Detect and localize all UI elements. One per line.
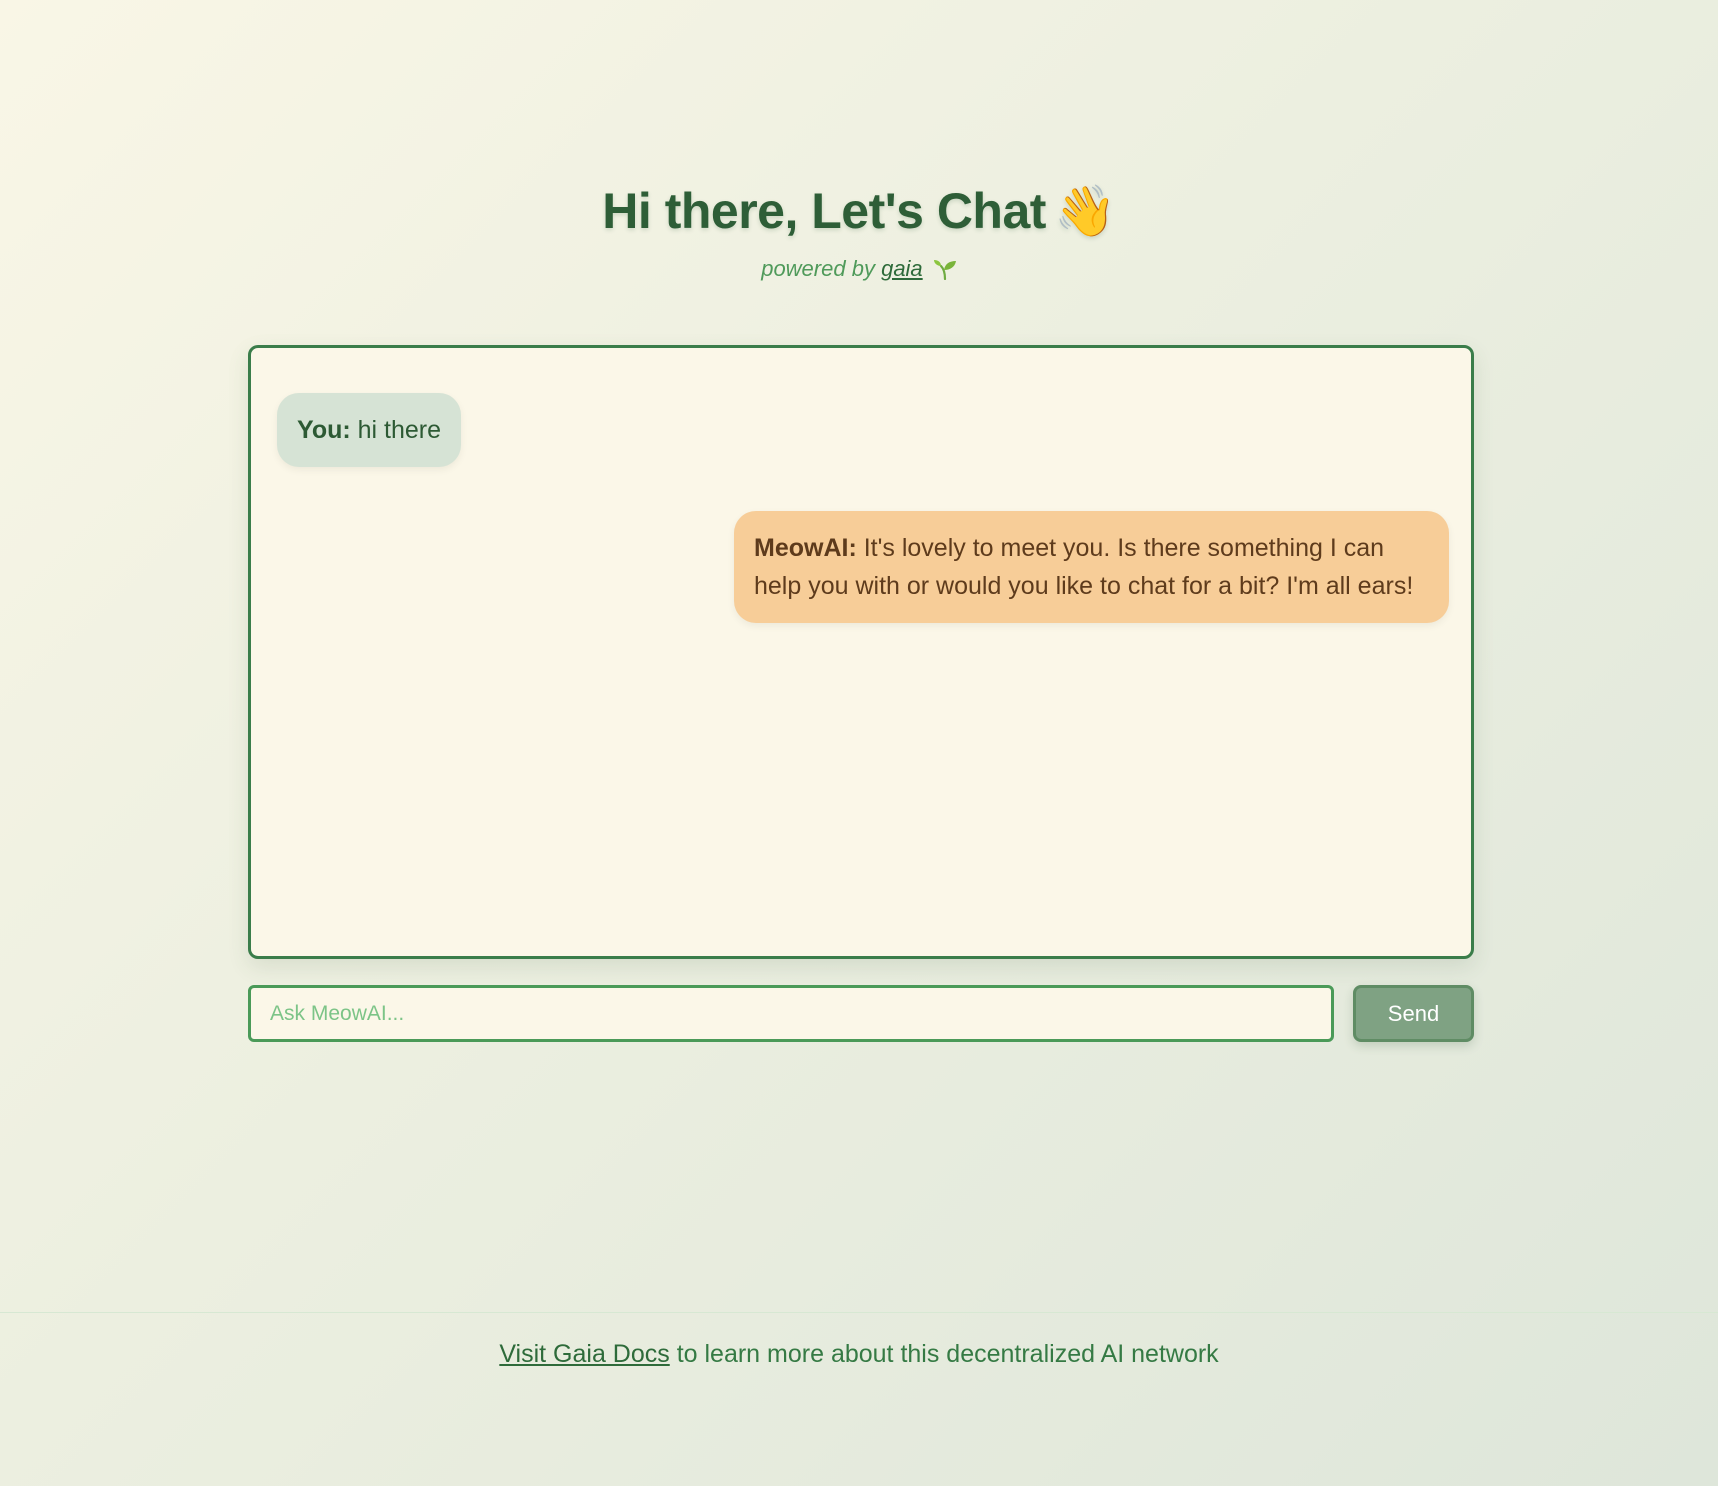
page-footer: Visit Gaia Docs to learn more about this… <box>0 1340 1718 1369</box>
chat-messages-panel[interactable]: You: hi there MeowAI: It's lovely to mee… <box>248 345 1474 959</box>
user-speaker-label: You: <box>297 416 351 444</box>
sprout-icon <box>933 258 957 286</box>
send-button[interactable]: Send <box>1353 985 1474 1042</box>
page-title: Hi there, Let's Chat 👋 <box>0 180 1718 242</box>
page-header: Hi there, Let's Chat 👋 powered by gaia <box>0 180 1718 286</box>
user-message-text: hi there <box>357 416 442 444</box>
footer-description: to learn more about this decentralized A… <box>676 1340 1219 1368</box>
message-input[interactable] <box>248 985 1334 1042</box>
user-message-bubble: You: hi there <box>277 393 462 467</box>
footer-divider <box>0 1312 1718 1313</box>
page-title-text: Hi there, Let's Chat <box>602 183 1046 239</box>
gaia-docs-link[interactable]: Visit Gaia Docs <box>499 1340 669 1368</box>
powered-by-text: powered by <box>761 256 875 281</box>
powered-by-line: powered by gaia <box>0 256 1718 286</box>
gaia-link[interactable]: gaia <box>881 256 923 281</box>
waving-hand-icon: 👋 <box>1053 183 1116 239</box>
message-composer: Send <box>248 985 1474 1042</box>
assistant-message-bubble: MeowAI: It's lovely to meet you. Is ther… <box>734 511 1449 623</box>
assistant-speaker-label: MeowAI: <box>754 534 857 562</box>
